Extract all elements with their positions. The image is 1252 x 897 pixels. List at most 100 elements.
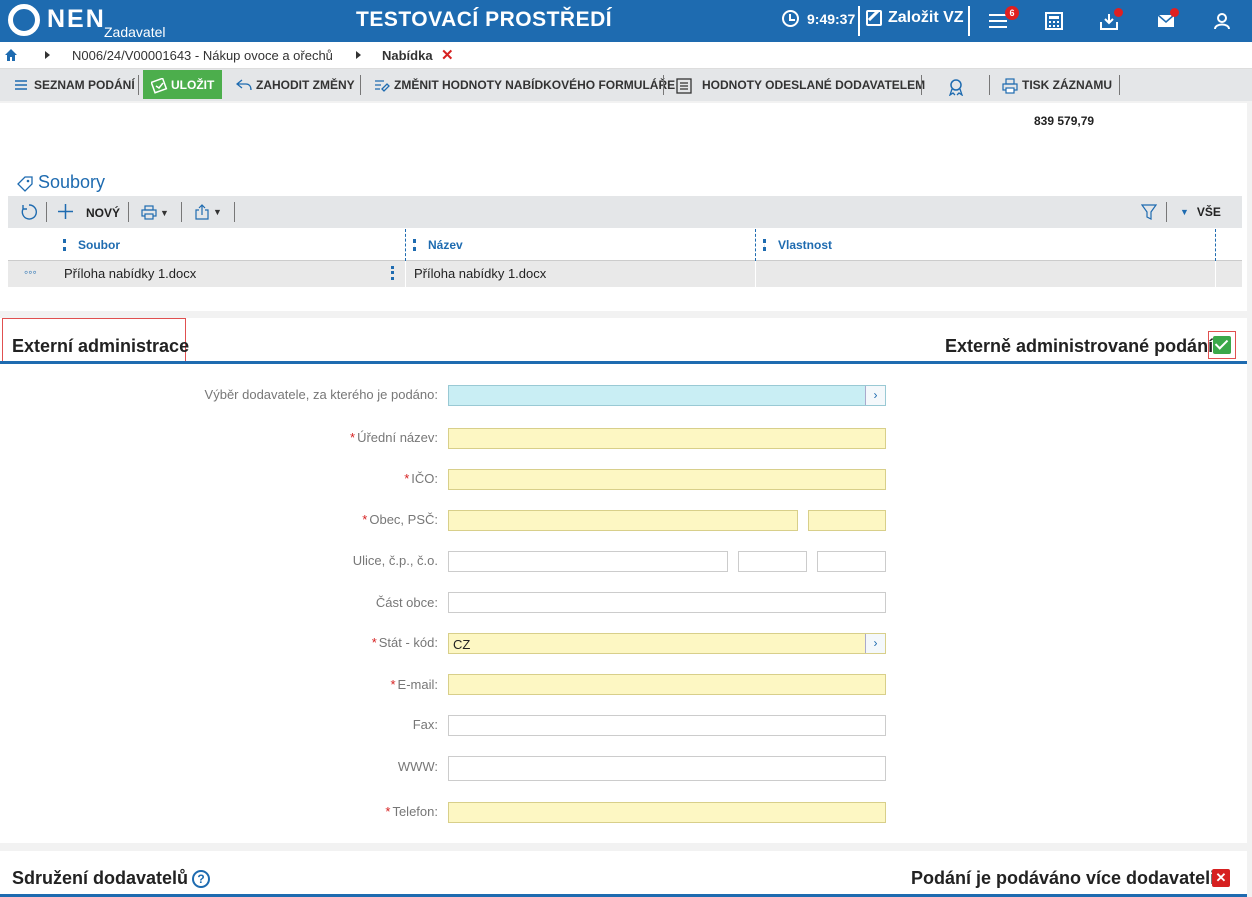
clock-icon: [782, 10, 799, 27]
grid-toolbar-divider: [128, 202, 129, 222]
table-row[interactable]: ◦◦◦ Příloha nabídky 1.docx Příloha nabíd…: [8, 261, 1242, 287]
header-divider: [968, 6, 970, 36]
house-number-input[interactable]: [738, 551, 807, 572]
breadcrumb-arrow-icon: [356, 51, 361, 59]
www-input[interactable]: [448, 756, 886, 781]
district-label: Část obce:: [375, 595, 438, 610]
column-header-property[interactable]: Vlastnost: [778, 238, 832, 252]
column-menu-icon[interactable]: [63, 239, 66, 251]
row-menu-icon[interactable]: [391, 266, 394, 280]
menu-badge: 6: [1005, 6, 1019, 20]
orientation-number-input[interactable]: [817, 551, 886, 572]
user-icon[interactable]: [1213, 12, 1231, 30]
phone-input[interactable]: [448, 802, 886, 823]
logo-subtitle: Zadavatel: [104, 24, 166, 40]
official-name-input[interactable]: [448, 428, 886, 449]
new-file-label: NOVÝ: [86, 206, 121, 220]
discard-changes-button[interactable]: ZAHODIT ZMĚNY: [235, 69, 355, 101]
clock-time: 9:49:37: [807, 10, 856, 27]
column-menu-icon[interactable]: [413, 239, 416, 251]
submission-list-button[interactable]: SEZNAM PODÁNÍ: [14, 69, 135, 101]
column-divider: [405, 229, 406, 261]
filter-icon[interactable]: [1140, 204, 1158, 223]
grid-toolbar-divider: [181, 202, 182, 222]
mail-notification-dot: [1170, 8, 1179, 17]
list-icon: [14, 78, 28, 92]
column-header-file[interactable]: Soubor: [78, 238, 120, 252]
print-dropdown[interactable]: ▼: [141, 205, 169, 220]
ico-label: * IČO:: [404, 471, 438, 486]
environment-title: TESTOVACÍ PROSTŘEDÍ: [356, 8, 613, 31]
column-header-name[interactable]: Název: [428, 238, 463, 252]
supplier-sent-values-button[interactable]: HODNOTY ODESLANÉ DODAVATELEM: [676, 69, 925, 101]
row-file-cell[interactable]: Příloha nabídky 1.docx: [64, 266, 196, 281]
chevron-right-icon[interactable]: ›: [865, 634, 885, 653]
row-actions-icon[interactable]: ◦◦◦: [24, 265, 37, 279]
multi-supplier-checkbox[interactable]: ✕: [1212, 869, 1230, 887]
city-input[interactable]: [448, 510, 798, 531]
breadcrumb-contract-link[interactable]: N006/24/V00001643 - Nákup ovoce a ořechů: [72, 48, 333, 63]
home-icon[interactable]: [4, 48, 18, 62]
column-divider: [755, 229, 756, 261]
change-form-values-button[interactable]: ZMĚNIT HODNOTY NABÍDKOVÉHO FORMULÁŘE: [374, 69, 675, 101]
show-all-dropdown[interactable]: ▼ VŠE: [1180, 205, 1221, 219]
zip-input[interactable]: [808, 510, 886, 531]
toolbar-divider: [1119, 75, 1120, 95]
certificate-button[interactable]: [947, 69, 964, 101]
toolbar-divider: [663, 75, 664, 95]
document-icon: [676, 78, 692, 94]
association-title: Sdružení dodavatelů?: [12, 868, 211, 889]
export-dropdown[interactable]: ▼: [194, 204, 222, 220]
column-menu-icon[interactable]: [763, 239, 766, 251]
association-title-text: Sdružení dodavatelů: [12, 868, 189, 888]
cell-divider: [755, 261, 756, 287]
toolbar-divider: [921, 75, 922, 95]
print-icon: [141, 205, 157, 220]
calculator-icon[interactable]: [1045, 12, 1063, 30]
chevron-down-icon: ▼: [213, 207, 222, 217]
external-admin-title: Externí administrace: [12, 336, 190, 356]
files-grid-toolbar: NOVÝ ▼ ▼ ▼ VŠE: [8, 196, 1242, 228]
award-icon: [947, 78, 964, 97]
session-clock: 9:49:37: [782, 10, 855, 27]
offer-amount: 839 579,79: [1034, 114, 1095, 128]
print-record-button[interactable]: TISK ZÁZNAMU: [1002, 69, 1112, 101]
supplier-sent-values-label: HODNOTY ODESLANÉ DODAVATELEM: [702, 78, 926, 92]
files-title-text: Soubory: [38, 172, 106, 192]
grid-toolbar-divider: [234, 202, 235, 222]
district-input[interactable]: [448, 592, 886, 613]
close-tab-icon[interactable]: ✕: [441, 46, 454, 64]
discard-changes-label: ZAHODIT ZMĚNY: [256, 78, 355, 92]
help-icon[interactable]: ?: [192, 870, 211, 889]
breadcrumb-arrow-icon: [45, 51, 50, 59]
street-input[interactable]: [448, 551, 728, 572]
supplier-select-label: Výběr dodavatele, za kterého je podáno:: [204, 387, 438, 402]
chevron-right-icon[interactable]: ›: [865, 386, 885, 405]
print-record-label: TISK ZÁZNAMU: [1022, 78, 1112, 92]
email-input[interactable]: [448, 674, 886, 695]
city-zip-label: * Obec, PSČ:: [362, 512, 438, 527]
show-all-label: VŠE: [1196, 205, 1221, 219]
nen-logo-icon[interactable]: [8, 4, 40, 36]
breadcrumb: N006/24/V00001643 - Nákup ovoce a ořechů…: [0, 42, 1252, 69]
refresh-icon[interactable]: [20, 203, 38, 224]
create-contract-button[interactable]: Založit VZ: [866, 9, 964, 27]
country-code-value: CZ: [453, 637, 471, 652]
email-label: * E-mail:: [390, 677, 438, 692]
save-button[interactable]: ULOŽIT: [143, 70, 223, 99]
ico-input[interactable]: [448, 469, 886, 490]
toolbar-divider: [138, 75, 139, 95]
official-name-label: * Úřední název:: [350, 430, 438, 445]
chevron-down-icon: ▼: [160, 207, 169, 218]
logo-text[interactable]: NEN: [47, 5, 106, 34]
supplier-select-field[interactable]: ›: [448, 385, 886, 406]
header-divider: [858, 6, 860, 36]
country-code-field[interactable]: CZ ›: [448, 633, 886, 654]
phone-label: * Telefon:: [385, 804, 438, 819]
menu-icon[interactable]: [989, 14, 1007, 32]
toolbar-divider: [360, 75, 361, 95]
fax-input[interactable]: [448, 715, 886, 736]
cell-divider: [1215, 261, 1216, 287]
new-file-button[interactable]: NOVÝ: [57, 203, 120, 223]
external-admin-checkbox[interactable]: [1213, 336, 1231, 354]
